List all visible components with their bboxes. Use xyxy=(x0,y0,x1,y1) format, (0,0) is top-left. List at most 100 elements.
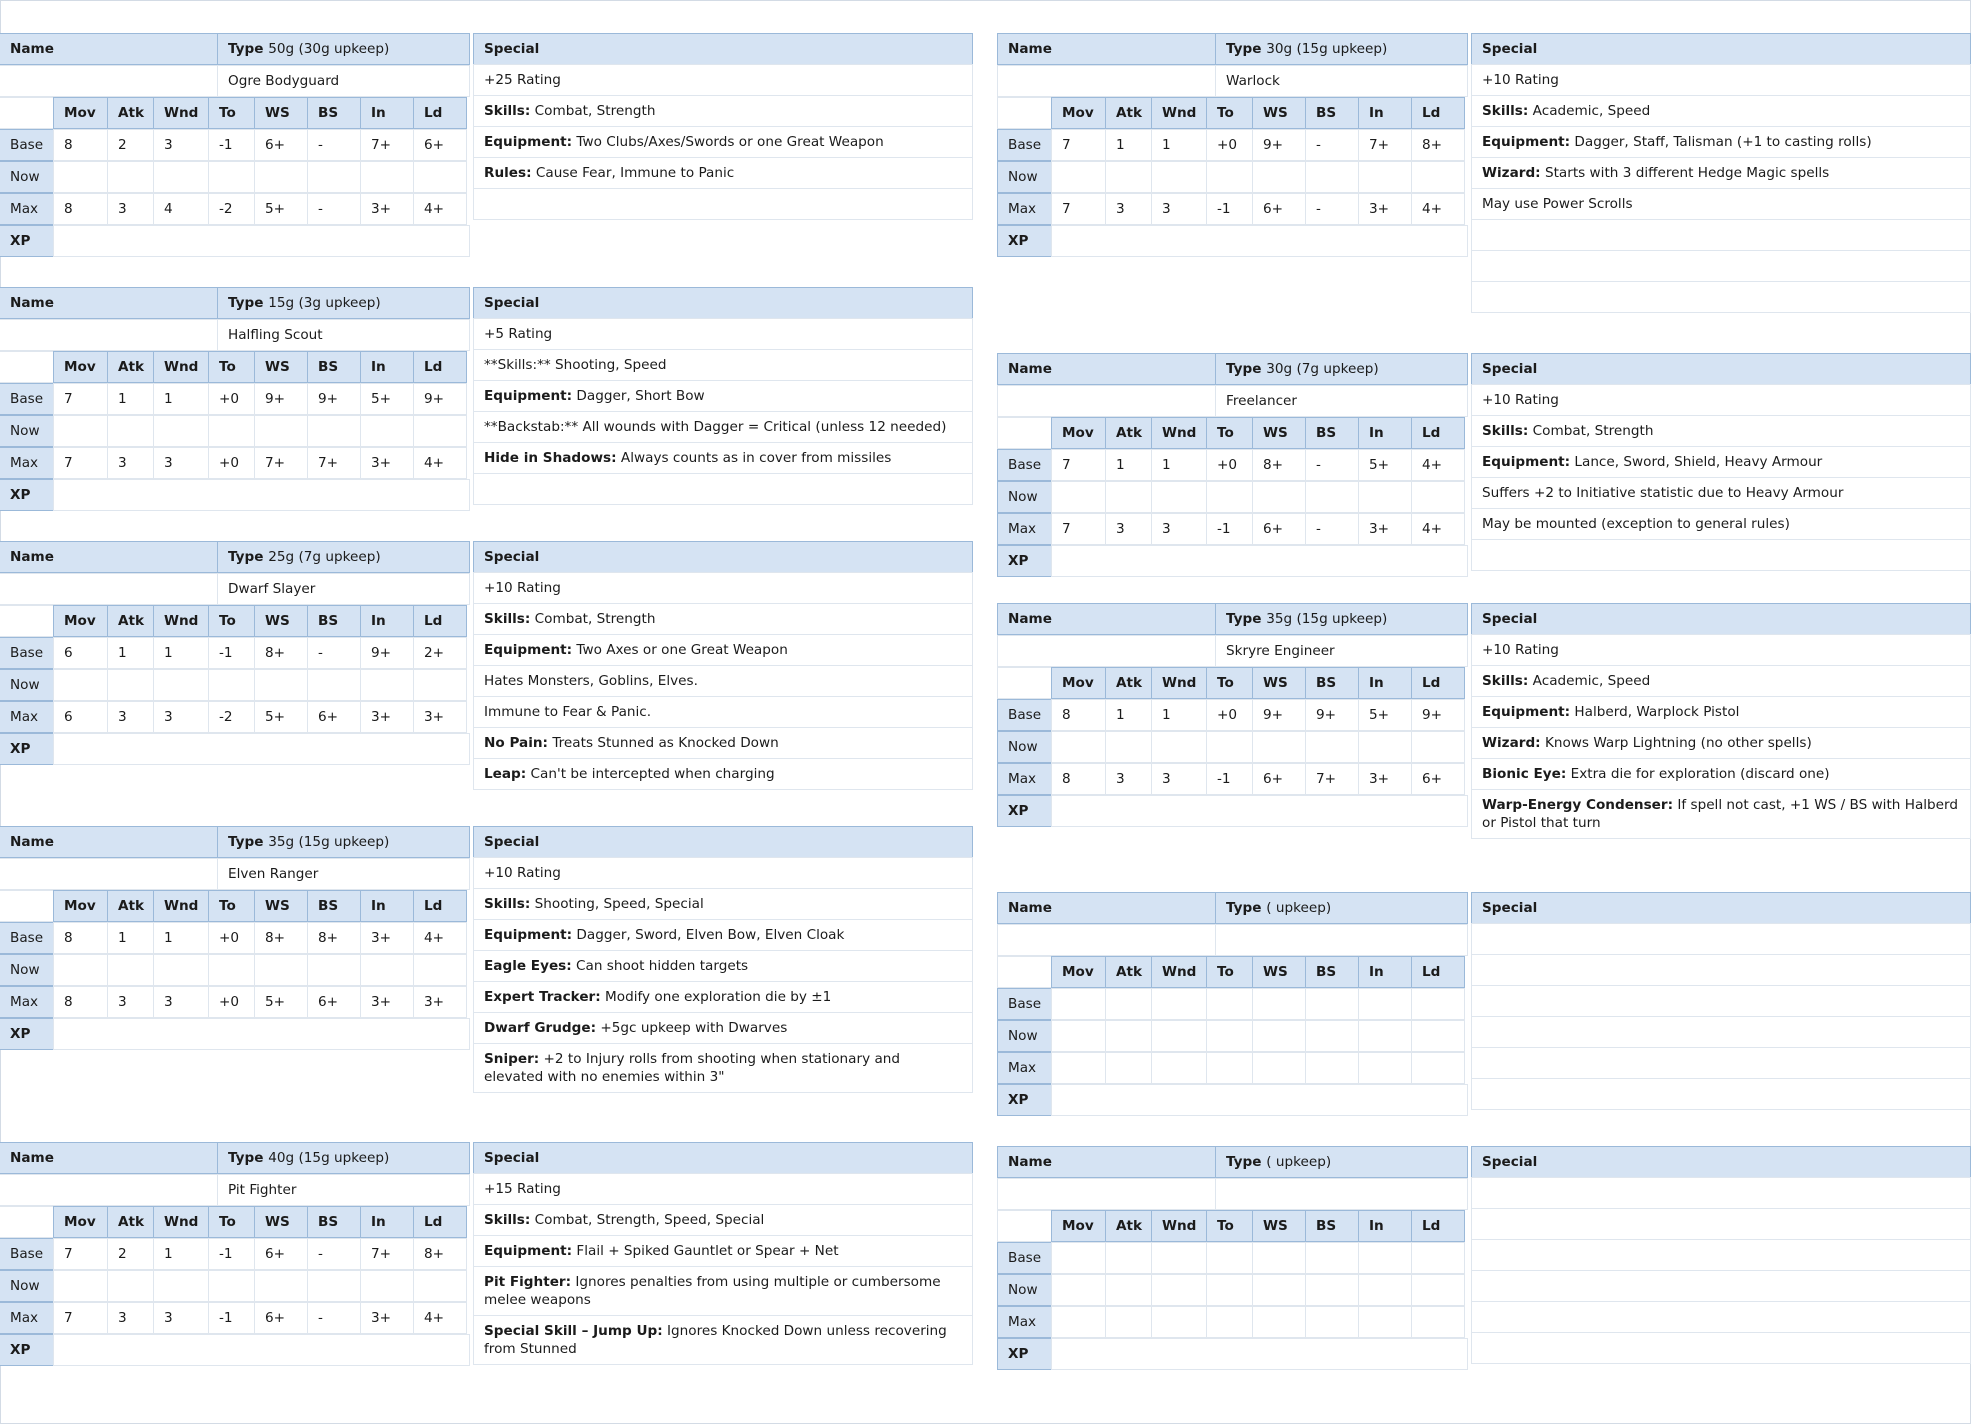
now-in-value[interactable] xyxy=(360,1270,414,1302)
now-atk-value[interactable] xyxy=(107,1270,154,1302)
now-ws-value[interactable] xyxy=(254,415,308,447)
now-wnd-value[interactable] xyxy=(153,161,209,193)
now-bs-value[interactable] xyxy=(307,161,361,193)
now-bs-value[interactable] xyxy=(1305,161,1359,193)
hero-name-field[interactable] xyxy=(0,65,218,97)
now-mov-value[interactable] xyxy=(53,1270,108,1302)
now-ws-value[interactable] xyxy=(254,669,308,701)
xp-field[interactable] xyxy=(1050,225,1468,257)
xp-field[interactable] xyxy=(1050,795,1468,827)
hero-name-field[interactable] xyxy=(997,65,1216,97)
now-ld-value[interactable] xyxy=(413,1270,467,1302)
now-mov-value[interactable] xyxy=(53,669,108,701)
now-atk-value[interactable] xyxy=(107,669,154,701)
now-to-value[interactable] xyxy=(208,415,255,447)
now-mov-value[interactable] xyxy=(1051,481,1106,513)
now-atk-value[interactable] xyxy=(107,415,154,447)
now-mov-value[interactable] xyxy=(1051,731,1106,763)
now-atk-value[interactable] xyxy=(1105,731,1152,763)
hero-name-field[interactable] xyxy=(0,858,218,890)
now-bs-value[interactable] xyxy=(307,1270,361,1302)
hero-name-field[interactable] xyxy=(0,1174,218,1206)
hero-name-field[interactable] xyxy=(997,924,1216,956)
xp-field[interactable] xyxy=(1050,1338,1468,1370)
now-to-value[interactable] xyxy=(208,161,255,193)
hero-name-field[interactable] xyxy=(997,1178,1216,1210)
now-mov-value[interactable] xyxy=(1051,1020,1106,1052)
now-ws-value[interactable] xyxy=(254,954,308,986)
now-mov-value[interactable] xyxy=(53,161,108,193)
xp-field[interactable] xyxy=(52,1334,470,1366)
now-ws-value[interactable] xyxy=(1252,1020,1306,1052)
now-bs-value[interactable] xyxy=(1305,1020,1359,1052)
now-ws-value[interactable] xyxy=(1252,1274,1306,1306)
now-mov-value[interactable] xyxy=(53,954,108,986)
hero-name-field[interactable] xyxy=(0,319,218,351)
now-to-value[interactable] xyxy=(1206,1020,1253,1052)
now-ld-value[interactable] xyxy=(1411,161,1465,193)
now-ws-value[interactable] xyxy=(1252,731,1306,763)
now-ws-value[interactable] xyxy=(254,1270,308,1302)
now-ld-value[interactable] xyxy=(1411,481,1465,513)
xp-field[interactable] xyxy=(1050,545,1468,577)
now-in-value[interactable] xyxy=(360,161,414,193)
now-in-value[interactable] xyxy=(1358,1020,1412,1052)
now-in-value[interactable] xyxy=(1358,731,1412,763)
xp-field[interactable] xyxy=(52,479,470,511)
now-wnd-value[interactable] xyxy=(1151,1020,1207,1052)
now-in-value[interactable] xyxy=(1358,1274,1412,1306)
hero-name-field[interactable] xyxy=(997,385,1216,417)
now-ld-value[interactable] xyxy=(413,669,467,701)
now-wnd-value[interactable] xyxy=(153,415,209,447)
now-atk-value[interactable] xyxy=(107,161,154,193)
now-ld-value[interactable] xyxy=(413,415,467,447)
now-atk-value[interactable] xyxy=(1105,481,1152,513)
hero-name-field[interactable] xyxy=(0,573,218,605)
xp-field[interactable] xyxy=(52,733,470,765)
now-to-value[interactable] xyxy=(208,954,255,986)
now-to-value[interactable] xyxy=(208,669,255,701)
hero-name-field[interactable] xyxy=(997,635,1216,667)
xp-field[interactable] xyxy=(52,225,470,257)
now-ws-value[interactable] xyxy=(1252,161,1306,193)
now-in-value[interactable] xyxy=(360,415,414,447)
xp-field[interactable] xyxy=(1050,1084,1468,1116)
now-ld-value[interactable] xyxy=(413,954,467,986)
now-bs-value[interactable] xyxy=(1305,731,1359,763)
now-ws-value[interactable] xyxy=(254,161,308,193)
now-mov-value[interactable] xyxy=(1051,161,1106,193)
now-bs-value[interactable] xyxy=(307,669,361,701)
now-in-value[interactable] xyxy=(1358,481,1412,513)
now-bs-value[interactable] xyxy=(1305,481,1359,513)
now-wnd-value[interactable] xyxy=(153,1270,209,1302)
xp-field[interactable] xyxy=(52,1018,470,1050)
now-to-value[interactable] xyxy=(208,1270,255,1302)
now-ld-value[interactable] xyxy=(1411,731,1465,763)
now-wnd-value[interactable] xyxy=(153,669,209,701)
now-ws-value[interactable] xyxy=(1252,481,1306,513)
now-mov-value[interactable] xyxy=(1051,1274,1106,1306)
now-atk-value[interactable] xyxy=(1105,1020,1152,1052)
now-wnd-value[interactable] xyxy=(1151,731,1207,763)
now-to-value[interactable] xyxy=(1206,481,1253,513)
now-bs-value[interactable] xyxy=(1305,1274,1359,1306)
now-to-value[interactable] xyxy=(1206,731,1253,763)
now-to-value[interactable] xyxy=(1206,161,1253,193)
now-bs-value[interactable] xyxy=(307,415,361,447)
now-wnd-value[interactable] xyxy=(153,954,209,986)
now-wnd-value[interactable] xyxy=(1151,481,1207,513)
now-in-value[interactable] xyxy=(1358,161,1412,193)
now-wnd-value[interactable] xyxy=(1151,161,1207,193)
now-to-value[interactable] xyxy=(1206,1274,1253,1306)
now-bs-value[interactable] xyxy=(307,954,361,986)
now-wnd-value[interactable] xyxy=(1151,1274,1207,1306)
now-mov-value[interactable] xyxy=(53,415,108,447)
now-in-value[interactable] xyxy=(360,954,414,986)
now-in-value[interactable] xyxy=(360,669,414,701)
now-atk-value[interactable] xyxy=(1105,161,1152,193)
now-atk-value[interactable] xyxy=(1105,1274,1152,1306)
now-ld-value[interactable] xyxy=(1411,1020,1465,1052)
now-ld-value[interactable] xyxy=(413,161,467,193)
now-ld-value[interactable] xyxy=(1411,1274,1465,1306)
now-atk-value[interactable] xyxy=(107,954,154,986)
